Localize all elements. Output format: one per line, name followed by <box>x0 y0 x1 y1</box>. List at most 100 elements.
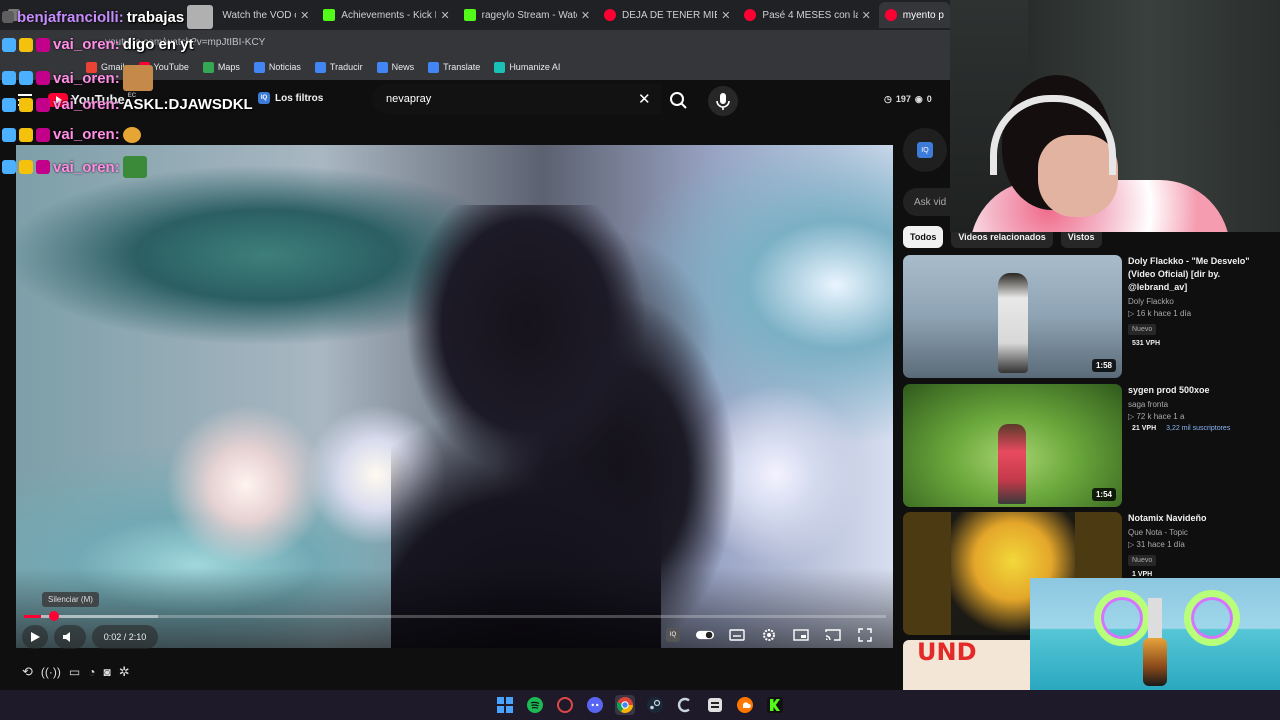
app-icon[interactable] <box>555 695 575 715</box>
tab-2[interactable]: rageylo Stream - Watch Li ✕ <box>458 2 596 28</box>
spotify-icon[interactable] <box>525 695 545 715</box>
bookmark-translate[interactable]: Translate <box>428 61 480 73</box>
tab-1[interactable]: Achievements - Kick Dashb ✕ <box>317 2 455 28</box>
windows-start-icon[interactable] <box>495 695 515 715</box>
chip-todos[interactable]: Todos <box>903 226 944 248</box>
youtube-favicon-icon <box>744 9 757 21</box>
subscriber-badge-icon <box>36 97 50 112</box>
search-input[interactable]: nevapray <box>372 84 662 114</box>
bookmark-label: Humanize AI <box>509 62 561 72</box>
iq-icon: IQ <box>666 628 680 642</box>
game-overlay <box>1030 578 1280 690</box>
eye-icon: ◉ <box>914 94 923 104</box>
chat-message: vai_oren: ASKL:DJAWSDKL <box>2 96 253 113</box>
crown-badge-icon <box>19 37 33 52</box>
gear-icon <box>763 629 775 641</box>
fullscreen-button[interactable] <box>856 626 874 644</box>
recommendation-item[interactable]: 1:58 Doly Flackko - "Me Desvelo" (Video … <box>903 255 1280 379</box>
discord-icon[interactable] <box>585 695 605 715</box>
youtube-favicon-icon <box>884 9 897 21</box>
chat-message: vai_oren: digo en yt <box>2 36 194 53</box>
cast-icon <box>825 629 841 641</box>
subscriber-badge-icon <box>36 71 50 85</box>
stat-count: 0 <box>926 94 932 104</box>
news-icon <box>376 61 388 73</box>
chrome-icon[interactable] <box>615 695 635 715</box>
broadcast-icon[interactable]: ((·)) <box>41 665 61 679</box>
iq-assistant-button[interactable]: IQ <box>903 128 947 172</box>
miniplayer-button[interactable] <box>792 626 810 644</box>
vph-badge: 531 VPH <box>1132 340 1161 347</box>
chat-text: ASKL:DJAWSDKL <box>122 96 253 113</box>
chat-message: vai_oren: <box>2 126 141 143</box>
menu-icon <box>2 11 14 23</box>
channel-name[interactable]: Que Nota - Topic <box>1128 528 1278 537</box>
close-icon[interactable]: ✕ <box>862 9 871 22</box>
subtitles-button[interactable] <box>728 626 746 644</box>
thumbnail-figure <box>998 273 1028 373</box>
soundcloud-icon[interactable] <box>735 695 755 715</box>
chat-message: vai_oren: <box>2 65 153 91</box>
game-rider <box>1143 638 1167 686</box>
chat-emote <box>122 156 147 178</box>
video-stats: ◷ 197 ◉ 0 <box>884 94 932 105</box>
tab-4[interactable]: Pasé 4 MESES con la "cons ✕ <box>738 2 876 28</box>
clear-search-icon[interactable]: ✕ <box>638 90 651 108</box>
bookmark-news[interactable]: News <box>376 61 414 73</box>
kick-favicon-icon <box>323 9 336 21</box>
settings-button[interactable] <box>760 626 778 644</box>
search-button[interactable] <box>664 88 692 112</box>
recommendation-item[interactable]: 1:54 sygen prod 500xoe saga fronta ▷ 72 … <box>903 384 1280 508</box>
subscriber-badge-icon <box>36 160 50 174</box>
chat-emote <box>122 65 153 91</box>
ask-placeholder: Ask vid <box>914 196 947 208</box>
moderator-badge-icon <box>2 71 16 85</box>
video-thumbnail[interactable]: 1:54 <box>903 384 1122 507</box>
loop-icon[interactable]: ⟲ <box>22 664 33 680</box>
subtitles-icon <box>729 629 745 641</box>
video-thumbnail[interactable]: UND <box>903 640 1030 690</box>
verified-badge-icon <box>19 71 33 85</box>
microphone-icon <box>716 93 730 110</box>
play-button[interactable] <box>22 625 48 649</box>
ccleaner-icon[interactable] <box>675 695 695 715</box>
voice-search-button[interactable] <box>708 86 738 116</box>
steam-icon[interactable] <box>645 695 665 715</box>
time-text: 0:02 / 2:10 <box>103 632 147 642</box>
crown-badge-icon <box>19 127 33 142</box>
miniplayer-icon <box>793 629 809 641</box>
screenshot-icon[interactable]: ◙ <box>103 665 110 679</box>
crown-badge-icon <box>19 97 33 112</box>
channel-name[interactable]: saga fronta <box>1128 400 1278 409</box>
video-player[interactable] <box>16 145 893 648</box>
video-title[interactable]: sygen prod 500xoe <box>1128 384 1278 397</box>
tab-5-active[interactable]: myento prod 4 <box>878 2 951 28</box>
video-thumbnail[interactable]: 1:58 <box>903 255 1122 378</box>
speed-icon[interactable]: ◔ <box>88 665 95 679</box>
bookmark-humanize-ai[interactable]: Humanize AI <box>494 61 561 73</box>
iq-button[interactable]: IQ <box>664 626 682 644</box>
game-ring <box>1184 590 1240 646</box>
kick-icon[interactable] <box>765 695 785 715</box>
close-icon[interactable]: ✕ <box>581 9 590 22</box>
settings-icon[interactable]: ✲ <box>119 664 130 680</box>
app-square-icon[interactable] <box>705 695 725 715</box>
theater-icon[interactable]: ▭ <box>69 665 80 679</box>
video-title[interactable]: Doly Flackko - "Me Desvelo" (Video Ofici… <box>1128 255 1278 294</box>
chat-emote <box>122 126 141 143</box>
vph-badge: 21 VPH <box>1132 425 1157 432</box>
video-title[interactable]: Notamix Navideño <box>1128 512 1278 525</box>
progress-bar[interactable] <box>24 611 886 621</box>
cast-button[interactable] <box>824 626 842 644</box>
bookmark-traducir[interactable]: Traducir <box>314 61 363 73</box>
duration-badge: 1:54 <box>1091 488 1116 501</box>
mute-button[interactable] <box>54 625 86 649</box>
duration-badge: 1:58 <box>1091 359 1116 372</box>
close-icon[interactable]: ✕ <box>721 9 730 22</box>
moderator-badge-icon <box>2 37 16 52</box>
channel-name[interactable]: Doly Flackko <box>1128 297 1278 306</box>
tab-3[interactable]: DEJA DE TENER MIEDO. - ✕ <box>598 2 736 28</box>
close-icon[interactable]: ✕ <box>440 9 449 22</box>
autoplay-toggle[interactable] <box>696 626 714 644</box>
video-meta: ▷ 72 k hace 1 a <box>1128 412 1185 421</box>
